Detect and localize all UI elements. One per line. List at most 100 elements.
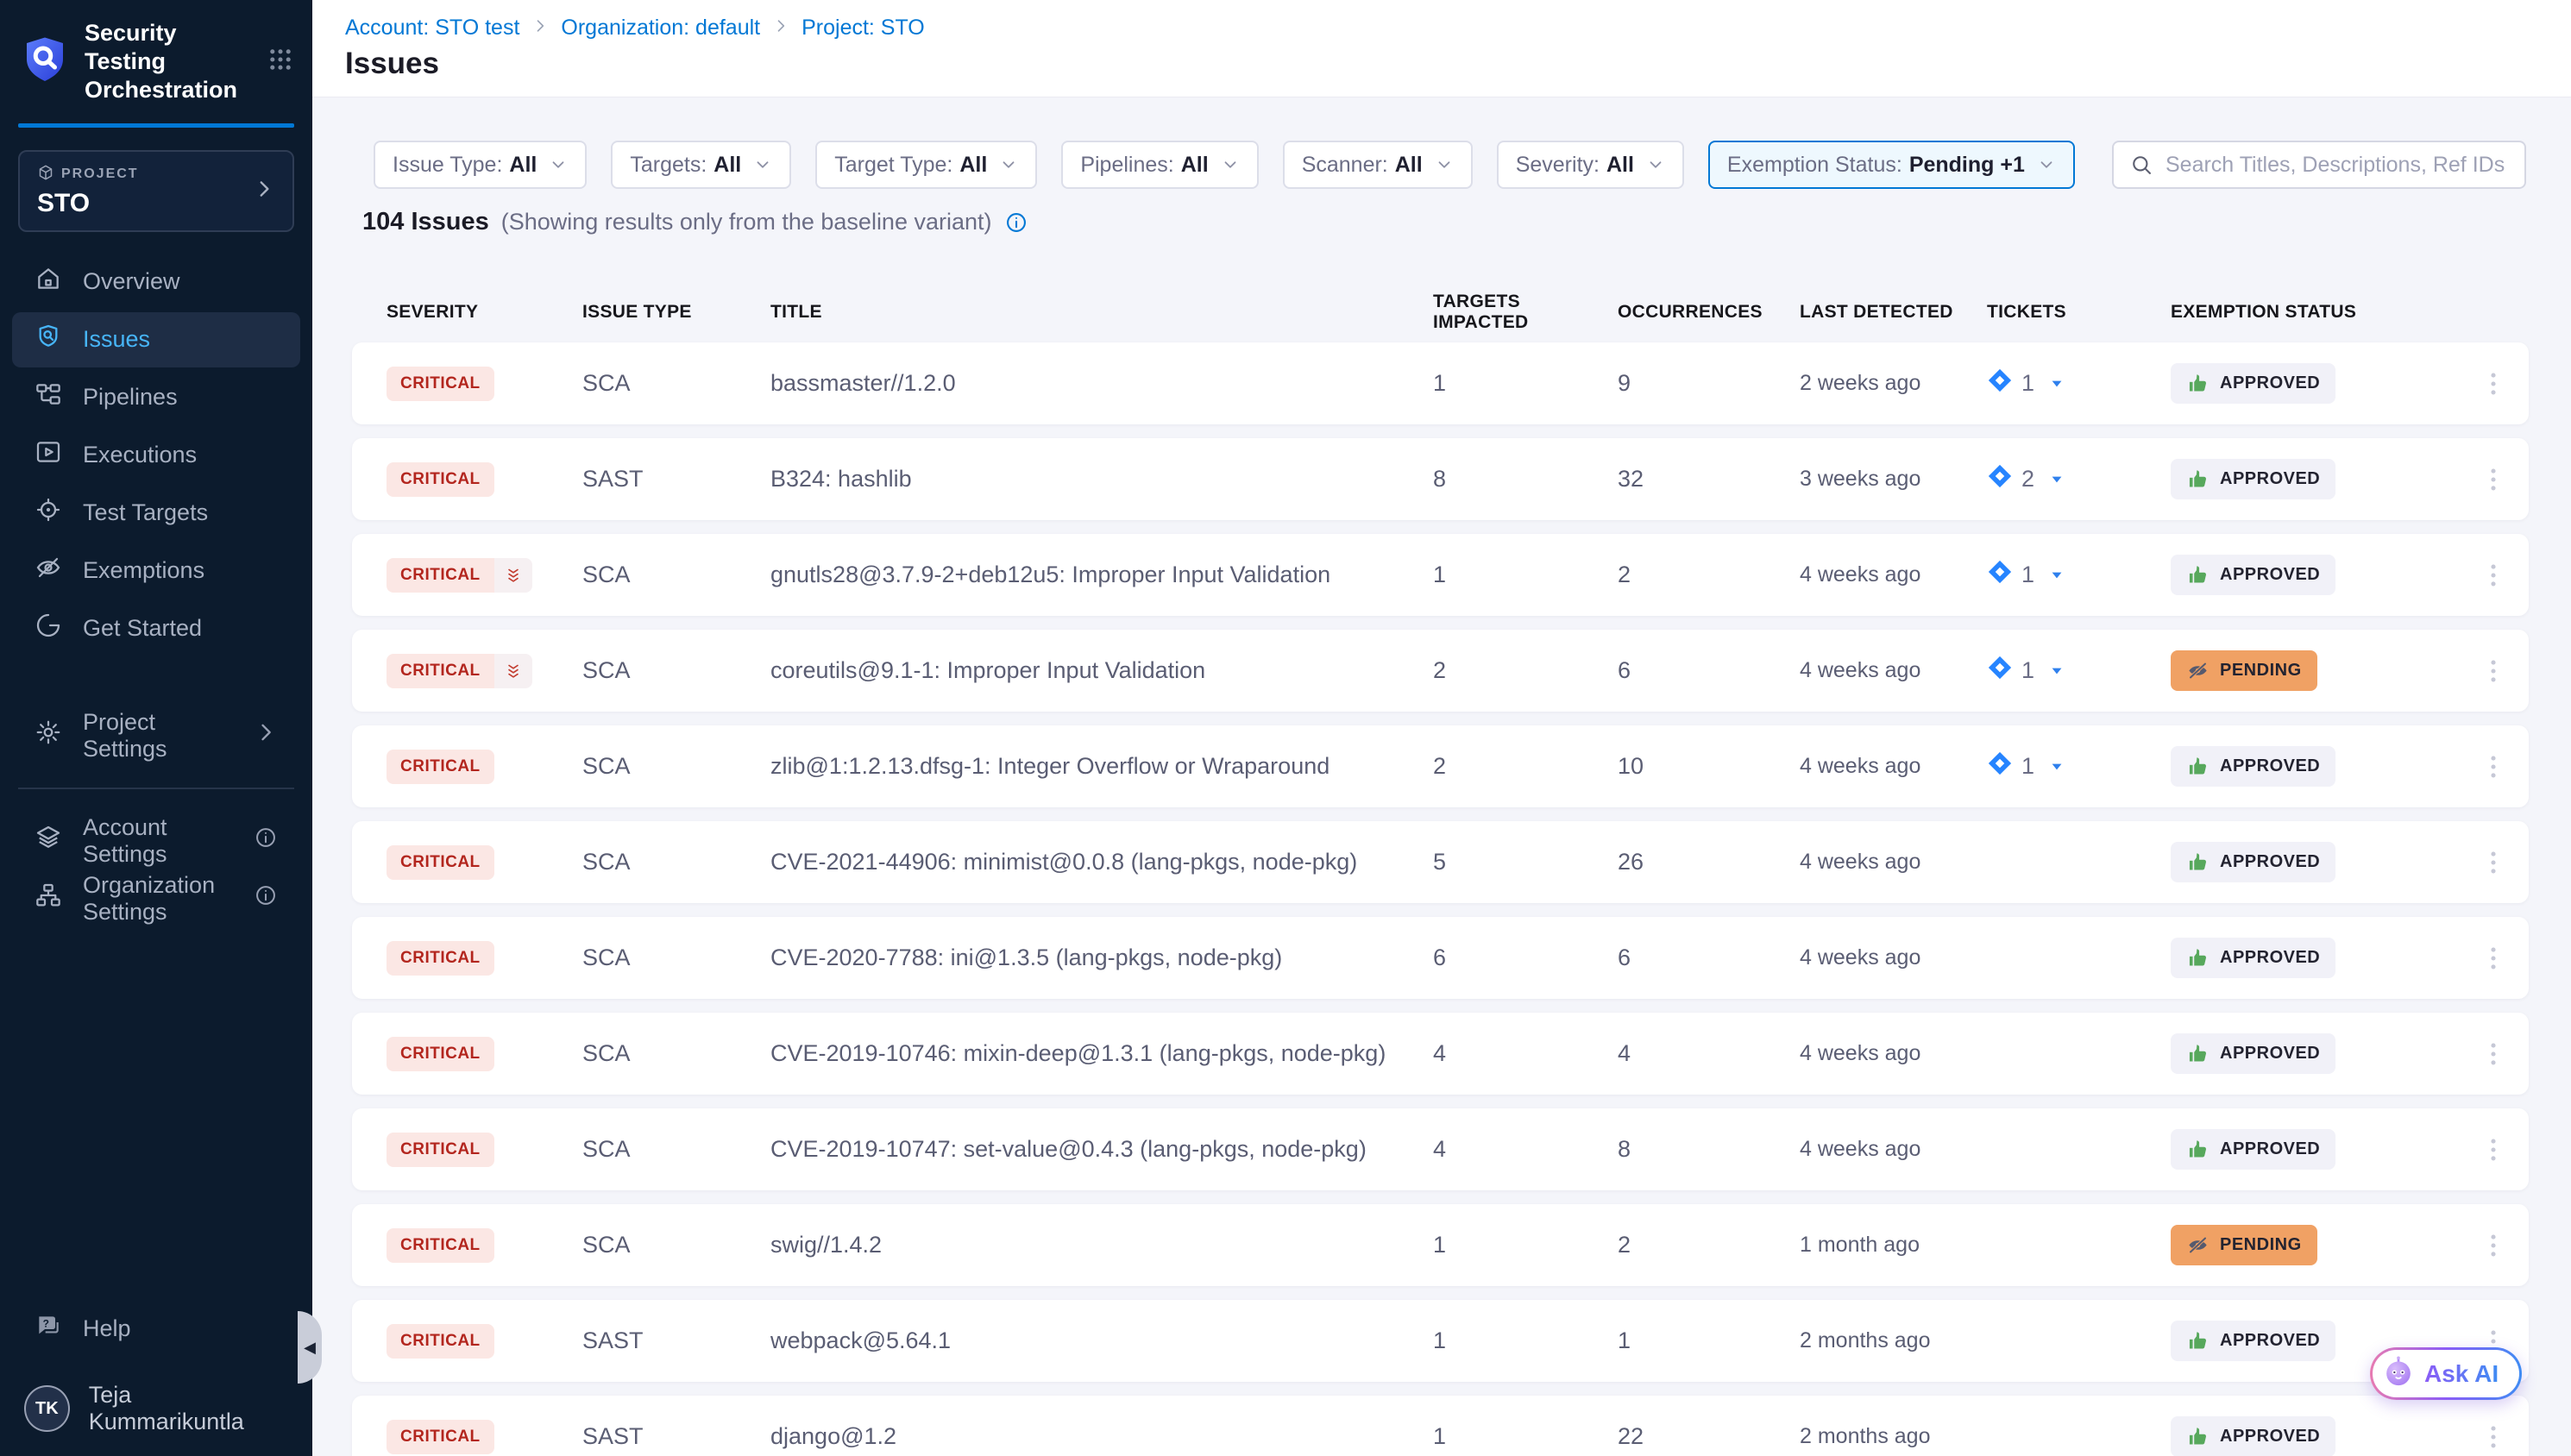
table-row[interactable]: CRITICALSCAbassmaster//1.2.0192 weeks ag… — [352, 342, 2529, 424]
caret-down-icon[interactable] — [2048, 471, 2065, 488]
sidebar-item-organization-settings[interactable]: Organization Settings — [12, 871, 300, 926]
project-selector[interactable]: PROJECT STO — [18, 150, 294, 232]
status-label: PENDING — [2220, 661, 2302, 681]
app-grid-icon[interactable] — [266, 45, 295, 78]
sidebar-item-issues[interactable]: Issues — [12, 312, 300, 367]
chevron-down-icon — [549, 155, 568, 174]
chevron-down-icon — [1646, 155, 1665, 174]
row-menu-kebab-icon[interactable] — [2479, 1039, 2508, 1069]
caret-down-icon[interactable] — [2048, 567, 2065, 584]
sidebar-nav: OverviewIssuesPipelines Executions Test Ta… — [0, 254, 312, 656]
user-name: Teja Kummarikuntla — [89, 1382, 288, 1435]
exemption-status-badge[interactable]: APPROVED — [2171, 1033, 2335, 1074]
sidebar-item-get-started[interactable]: Get Started — [12, 601, 300, 656]
table-row[interactable]: CRITICALSCAcoreutils@9.1-1: Improper Inp… — [352, 630, 2529, 712]
row-menu-kebab-icon[interactable] — [2479, 1231, 2508, 1260]
sidebar-item-project-settings[interactable]: Project Settings — [12, 708, 300, 763]
table-row[interactable]: CRITICALSASTwebpack@5.64.1112 months ago… — [352, 1300, 2529, 1382]
exemption-status-badge[interactable]: APPROVED — [2171, 1129, 2335, 1170]
ask-ai-button[interactable]: Ask AI — [2370, 1347, 2522, 1400]
filter-exemption-status[interactable]: Exemption Status:Pending +1 — [1708, 141, 2075, 189]
filter-pipelines[interactable]: Pipelines:All — [1061, 141, 1258, 189]
table-row[interactable]: CRITICALSCACVE-2019-10747: set-value@0.4… — [352, 1108, 2529, 1190]
chevron-right-icon — [253, 178, 275, 204]
exemption-status-badge[interactable]: APPROVED — [2171, 459, 2335, 499]
issue-type-cell: SAST — [582, 466, 770, 493]
row-menu-kebab-icon[interactable] — [2479, 561, 2508, 590]
table-row[interactable]: CRITICALSCAgnutls28@3.7.9-2+deb12u5: Imp… — [352, 534, 2529, 616]
occurrences-cell: 9 — [1618, 370, 1800, 397]
nav-item-label: Exemptions — [83, 557, 204, 584]
exemption-status-badge[interactable]: APPROVED — [2171, 1321, 2335, 1361]
table-row[interactable]: CRITICALSASTB324: hashlib8323 weeks ago2… — [352, 438, 2529, 520]
exemption-status-badge[interactable]: PENDING — [2171, 1225, 2317, 1265]
chevron-down-icon — [1221, 155, 1240, 174]
row-grid: CRITICALSCAgnutls28@3.7.9-2+deb12u5: Imp… — [352, 534, 2529, 616]
help-label: Help — [83, 1315, 131, 1342]
breadcrumb-link[interactable]: Project: STO — [801, 16, 925, 41]
table-row[interactable]: CRITICALSCAswig//1.4.2121 month agoPENDI… — [352, 1204, 2529, 1286]
exemption-status-badge[interactable]: APPROVED — [2171, 938, 2335, 978]
sidebar-item-account-settings[interactable]: Account Settings — [12, 813, 300, 869]
ticket-link[interactable]: 1 — [1987, 655, 2171, 687]
collapse-arrow-icon: ◀ — [304, 1339, 316, 1357]
ticket-link[interactable]: 1 — [1987, 367, 2171, 399]
breadcrumb-separator-icon — [772, 16, 789, 41]
user-menu[interactable]: TK Teja Kummarikuntla — [12, 1378, 300, 1439]
caret-down-icon[interactable] — [2048, 662, 2065, 680]
filter-scanner[interactable]: Scanner:All — [1283, 141, 1473, 189]
filter-target-type[interactable]: Target Type:All — [815, 141, 1037, 189]
targets-impacted-cell: 6 — [1433, 945, 1618, 971]
info-icon[interactable] — [1004, 210, 1028, 235]
sidebar-item-executions[interactable]: Executions — [12, 428, 300, 483]
exemption-status-badge[interactable]: APPROVED — [2171, 1416, 2335, 1456]
last-detected-cell: 4 weeks ago — [1800, 1041, 1987, 1066]
row-menu-kebab-icon[interactable] — [2479, 656, 2508, 686]
row-grid: CRITICALSCACVE-2019-10747: set-value@0.4… — [352, 1108, 2529, 1190]
caret-down-icon[interactable] — [2048, 758, 2065, 775]
severity-badge: CRITICAL — [387, 462, 494, 497]
row-menu-kebab-icon[interactable] — [2479, 752, 2508, 781]
thumbs-up-icon — [2186, 372, 2210, 395]
row-menu-kebab-icon[interactable] — [2479, 465, 2508, 494]
filter-label: Severity: — [1516, 153, 1600, 178]
filter-severity[interactable]: Severity:All — [1497, 141, 1684, 189]
sidebar-item-test-targets[interactable]: Test Targets — [12, 486, 300, 541]
sidebar-item-pipelines[interactable]: Pipelines — [12, 370, 300, 425]
last-detected-cell: 1 month ago — [1800, 1233, 1987, 1258]
filter-issue-type[interactable]: Issue Type:All — [374, 141, 587, 189]
ticket-link[interactable]: 1 — [1987, 559, 2171, 591]
jira-ticket-icon — [1987, 367, 2013, 399]
row-menu-kebab-icon[interactable] — [2479, 944, 2508, 973]
table-row[interactable]: CRITICALSCACVE-2021-44906: minimist@0.0.… — [352, 821, 2529, 903]
search-input[interactable] — [2166, 153, 2509, 178]
nav-item-label: Executions — [83, 442, 197, 468]
sidebar-item-exemptions[interactable]: Exemptions — [12, 543, 300, 599]
severity-stack-icon — [494, 654, 532, 688]
caret-down-icon[interactable] — [2048, 375, 2065, 392]
breadcrumb-link[interactable]: Account: STO test — [345, 16, 519, 41]
breadcrumb-link[interactable]: Organization: default — [561, 16, 760, 41]
table-row[interactable]: CRITICALSCAzlib@1:1.2.13.dfsg-1: Integer… — [352, 725, 2529, 807]
ticket-link[interactable]: 1 — [1987, 750, 2171, 782]
column-header: ISSUE TYPE — [582, 302, 770, 323]
sidebar-bottom: ? Help TK Teja Kummarikuntla — [0, 1301, 312, 1439]
severity-cell: CRITICAL — [387, 941, 582, 976]
exemption-status-badge[interactable]: APPROVED — [2171, 363, 2335, 404]
exemption-status-badge[interactable]: APPROVED — [2171, 555, 2335, 595]
table-row[interactable]: CRITICALSCACVE-2020-7788: ini@1.3.5 (lan… — [352, 917, 2529, 999]
filter-targets[interactable]: Targets:All — [611, 141, 791, 189]
sidebar-item-overview[interactable]: Overview — [12, 254, 300, 310]
exemption-status-badge[interactable]: APPROVED — [2171, 842, 2335, 882]
table-row[interactable]: CRITICALSASTdjango@1.21222 months agoAPP… — [352, 1396, 2529, 1456]
last-detected-cell: 4 weeks ago — [1800, 850, 1987, 875]
row-menu-kebab-icon[interactable] — [2479, 1135, 2508, 1164]
exemption-status-badge[interactable]: APPROVED — [2171, 746, 2335, 787]
sidebar-item-help[interactable]: ? Help — [12, 1301, 300, 1356]
exemption-status-badge[interactable]: PENDING — [2171, 650, 2317, 691]
row-menu-kebab-icon[interactable] — [2479, 1422, 2508, 1452]
row-menu-kebab-icon[interactable] — [2479, 369, 2508, 399]
ticket-link[interactable]: 2 — [1987, 463, 2171, 495]
table-row[interactable]: CRITICALSCACVE-2019-10746: mixin-deep@1.… — [352, 1013, 2529, 1095]
row-menu-kebab-icon[interactable] — [2479, 848, 2508, 877]
